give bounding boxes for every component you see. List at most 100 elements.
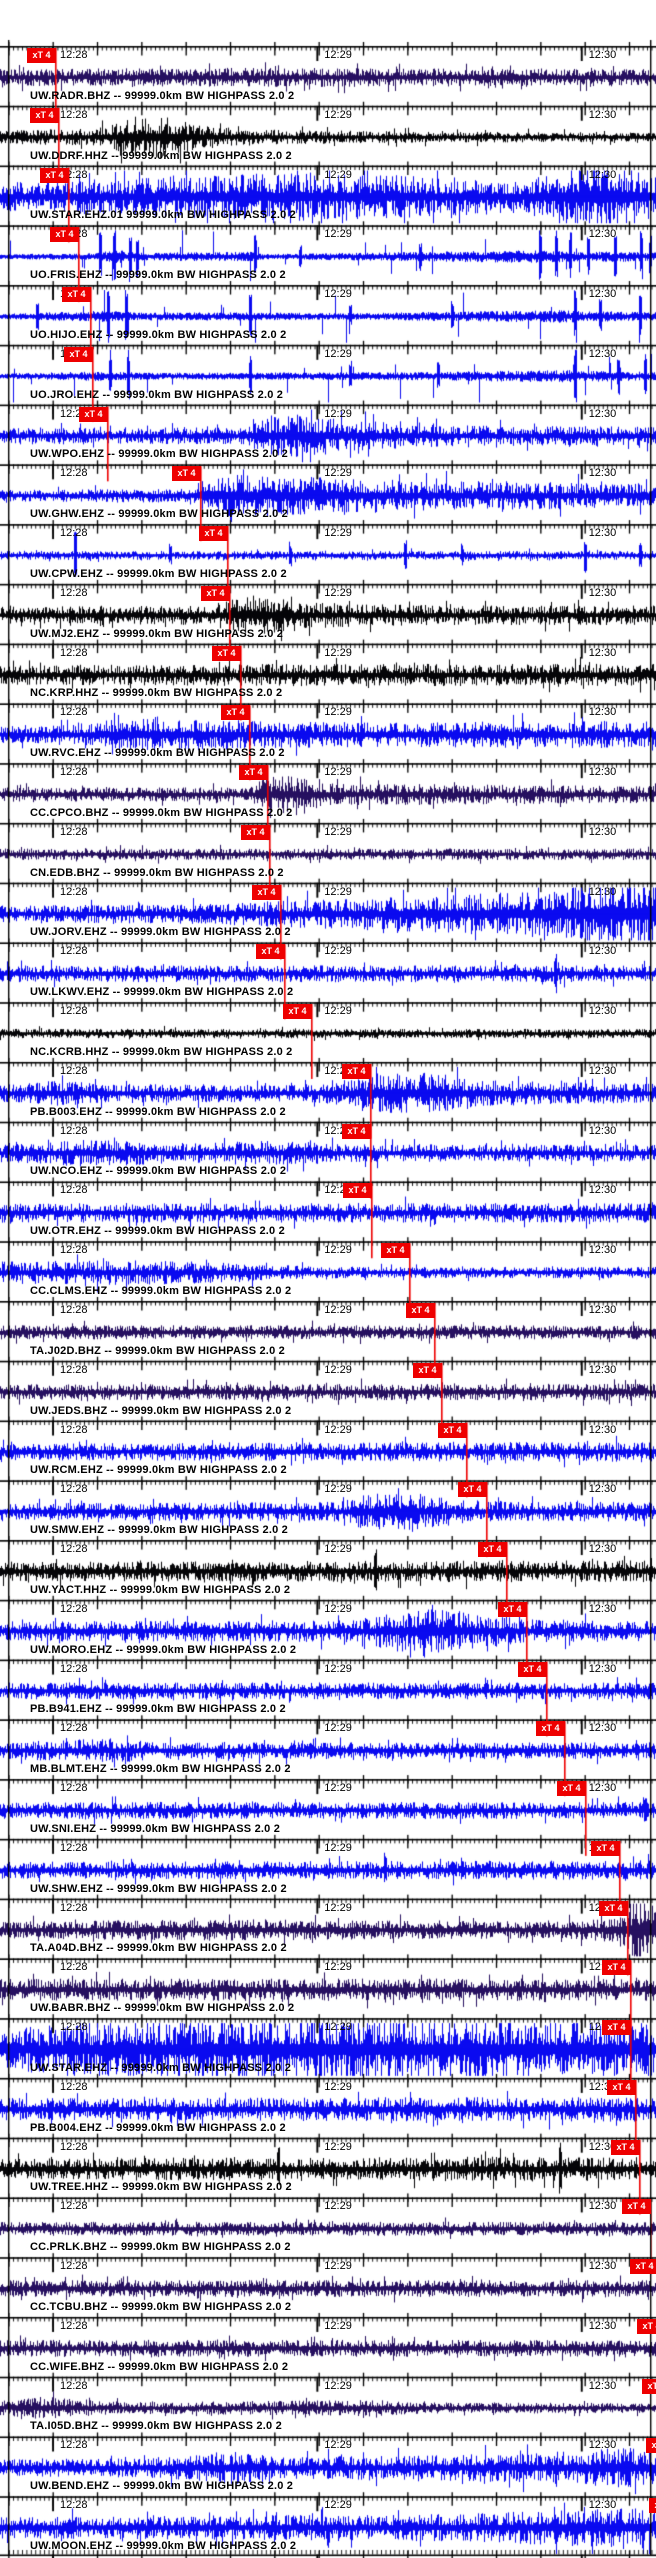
pick-flag[interactable]: xT 4: [413, 1362, 442, 1378]
pick-flag[interactable]: xT 4: [79, 406, 108, 422]
pick-flag[interactable]: xT 4: [478, 1542, 507, 1558]
trace-label: UW.SHW.EHZ -- 99999.0km BW HIGHPASS 2.0 …: [30, 1882, 287, 1895]
pick-flag[interactable]: xT 4: [342, 1063, 371, 1079]
pick-flag[interactable]: xT 4: [343, 1183, 372, 1199]
minute-label: 12:29: [324, 2200, 352, 2213]
minute-label: 12:28: [60, 2319, 88, 2332]
pick-flag[interactable]: xT 4: [241, 824, 270, 840]
minute-label: 12:28: [60, 1662, 88, 1675]
minute-label: 12:30: [588, 1662, 617, 1675]
minute-label: 12:28: [60, 1363, 88, 1376]
pick-flag[interactable]: xT 4: [599, 1900, 628, 1916]
minute-label: 12:29: [324, 945, 352, 958]
pick-flag[interactable]: xT 4: [611, 2139, 640, 2155]
pick-flag[interactable]: xT 4: [438, 1422, 467, 1438]
minute-label: 12:29: [324, 2319, 352, 2332]
minute-label: 12:28: [60, 706, 88, 719]
minute-label: 12:29: [324, 1304, 352, 1316]
pick-flag[interactable]: xT 4: [498, 1601, 527, 1617]
trace-label: UW.DDRF.HHZ -- 99999.0km BW HIGHPASS 2.0…: [30, 149, 292, 162]
pick-flag[interactable]: xT 4: [172, 466, 201, 482]
trace-label: UW.RVC.EHZ -- 99999.0km BW HIGHPASS 2.0 …: [30, 747, 285, 760]
minute-label: 12:30: [588, 1423, 617, 1436]
trace-label: CC.CLMS.EHZ -- 99999.0km BW HIGHPASS 2.0…: [30, 1285, 292, 1297]
minute-label: 12:30: [588, 347, 617, 360]
pick-flag[interactable]: xT 4: [406, 1303, 435, 1318]
pick-flag[interactable]: xT 4: [212, 645, 241, 661]
minute-label: 12:30: [588, 1782, 617, 1795]
minute-label: 12:28: [60, 1841, 88, 1854]
pick-flag[interactable]: xT 4: [342, 1123, 371, 1139]
pick-flag[interactable]: xT 4: [64, 346, 93, 362]
pick-flag[interactable]: xT 4: [637, 2318, 656, 2334]
trace-label: UW.STAR.EHZ -- 99999.0km BW HIGHPASS 2.0…: [30, 2061, 292, 2074]
minute-label: 12:28: [60, 1244, 88, 1257]
trace-label: UW.MJ2.EHZ -- 99999.0km BW HIGHPASS 2.0 …: [30, 627, 284, 640]
pick-flag[interactable]: xT 4: [607, 2079, 636, 2095]
trace-label: CN.EDB.BHZ -- 99999.0km BW HIGHPASS 2.0 …: [30, 866, 284, 879]
pick-flag[interactable]: xT 4: [201, 585, 230, 601]
minute-label: 12:28: [60, 1304, 88, 1316]
pick-flag[interactable]: xT 4: [283, 1004, 312, 1020]
pick-flag[interactable]: xT 4: [40, 167, 69, 183]
trace-label: UW.TREE.HHZ -- 99999.0km BW HIGHPASS 2.0…: [30, 2181, 292, 2194]
minute-label: 12:30: [588, 1722, 617, 1735]
minute-label: 12:28: [60, 1901, 88, 1914]
trace-label: UW.CPW.EHZ -- 99999.0km BW HIGHPASS 2.0 …: [30, 567, 287, 580]
pick-flag[interactable]: xT 4: [239, 765, 268, 781]
minute-label: 12:30: [588, 1483, 617, 1496]
pick-flag[interactable]: xT 4: [630, 2259, 656, 2275]
trace-label: UW.GHW.EHZ -- 99999.0km BW HIGHPASS 2.0 …: [30, 508, 289, 521]
pick-flag[interactable]: xT 4: [458, 1482, 487, 1498]
minute-label: 12:29: [324, 1961, 352, 1974]
pick-flag[interactable]: xT 4: [518, 1661, 547, 1677]
pick-flag[interactable]: xT 4: [557, 1781, 586, 1797]
minute-label: 12:29: [324, 2439, 352, 2452]
minute-label: 12:28: [60, 49, 88, 61]
minute-label: 12:28: [60, 2021, 88, 2034]
minute-label: 12:30: [588, 646, 617, 659]
minute-label: 12:29: [324, 1005, 352, 1018]
minute-label: 12:30: [588, 766, 617, 779]
pick-flag[interactable]: xT 4: [50, 227, 79, 243]
trace-label: TA.J02D.BHZ -- 99999.0km BW HIGHPASS 2.0…: [30, 1344, 285, 1357]
pick-flag[interactable]: xT 4: [27, 48, 56, 63]
pick-flag[interactable]: xT 4: [536, 1721, 565, 1737]
pick-flag[interactable]: xT 4: [591, 1840, 620, 1856]
minute-label: 12:29: [324, 1602, 352, 1615]
minute-label: 12:30: [588, 2439, 617, 2452]
minute-label: 12:30: [588, 2260, 617, 2273]
pick-flag[interactable]: xT 4: [256, 944, 285, 960]
pick-flag[interactable]: xT 4: [62, 287, 91, 303]
pick-flag[interactable]: xT 4: [30, 107, 59, 123]
minute-label: 12:28: [60, 885, 88, 898]
minute-label: 12:30: [588, 2379, 617, 2392]
minute-label: 12:30: [588, 467, 617, 480]
pick-flag[interactable]: xT 4: [642, 2378, 656, 2394]
pick-flag[interactable]: xT 4: [646, 2438, 656, 2454]
minute-label: 12:29: [324, 527, 352, 540]
minute-label: 12:30: [588, 1064, 617, 1077]
trace-label: UW.STAR.EHZ.01 99999.0km BW HIGHPASS 2.0…: [30, 209, 296, 222]
pick-flag[interactable]: xT 4: [252, 884, 281, 900]
minute-label: 12:29: [324, 2379, 352, 2392]
pick-flag[interactable]: xT 4: [602, 1960, 631, 1976]
minute-label: 12:30: [588, 407, 617, 420]
minute-label: 12:28: [60, 2379, 88, 2392]
trace-label: UW.JORV.EHZ -- 99999.0km BW HIGHPASS 2.0…: [30, 926, 291, 939]
pick-flag[interactable]: xT 4: [221, 705, 250, 721]
minute-label: 12:28: [60, 1064, 88, 1077]
pick-flag[interactable]: xT 4: [622, 2199, 651, 2215]
minute-label: 12:30: [588, 49, 617, 61]
pick-flag[interactable]: xT 4: [602, 2020, 631, 2036]
pick-flag[interactable]: xT 4: [381, 1243, 410, 1259]
pick-flag[interactable]: xT 4: [649, 2498, 656, 2514]
minute-label: 12:28: [60, 2499, 88, 2512]
trace-label: UW.JEDS.BHZ -- 99999.0km BW HIGHPASS 2.0…: [30, 1404, 292, 1417]
seismogram-review-window: 60908376 UW Oct 23, 2014 12:28:08.00 46.…: [0, 0, 656, 2558]
trace-label: PB.B003.EHZ -- 99999.0km BW HIGHPASS 2.0…: [30, 1105, 286, 1118]
pick-flag[interactable]: xT 4: [199, 526, 228, 542]
minute-label: 12:30: [588, 168, 617, 181]
minute-label: 12:30: [588, 586, 617, 599]
trace-label: PB.B004.EHZ -- 99999.0km BW HIGHPASS 2.0…: [30, 2121, 286, 2134]
